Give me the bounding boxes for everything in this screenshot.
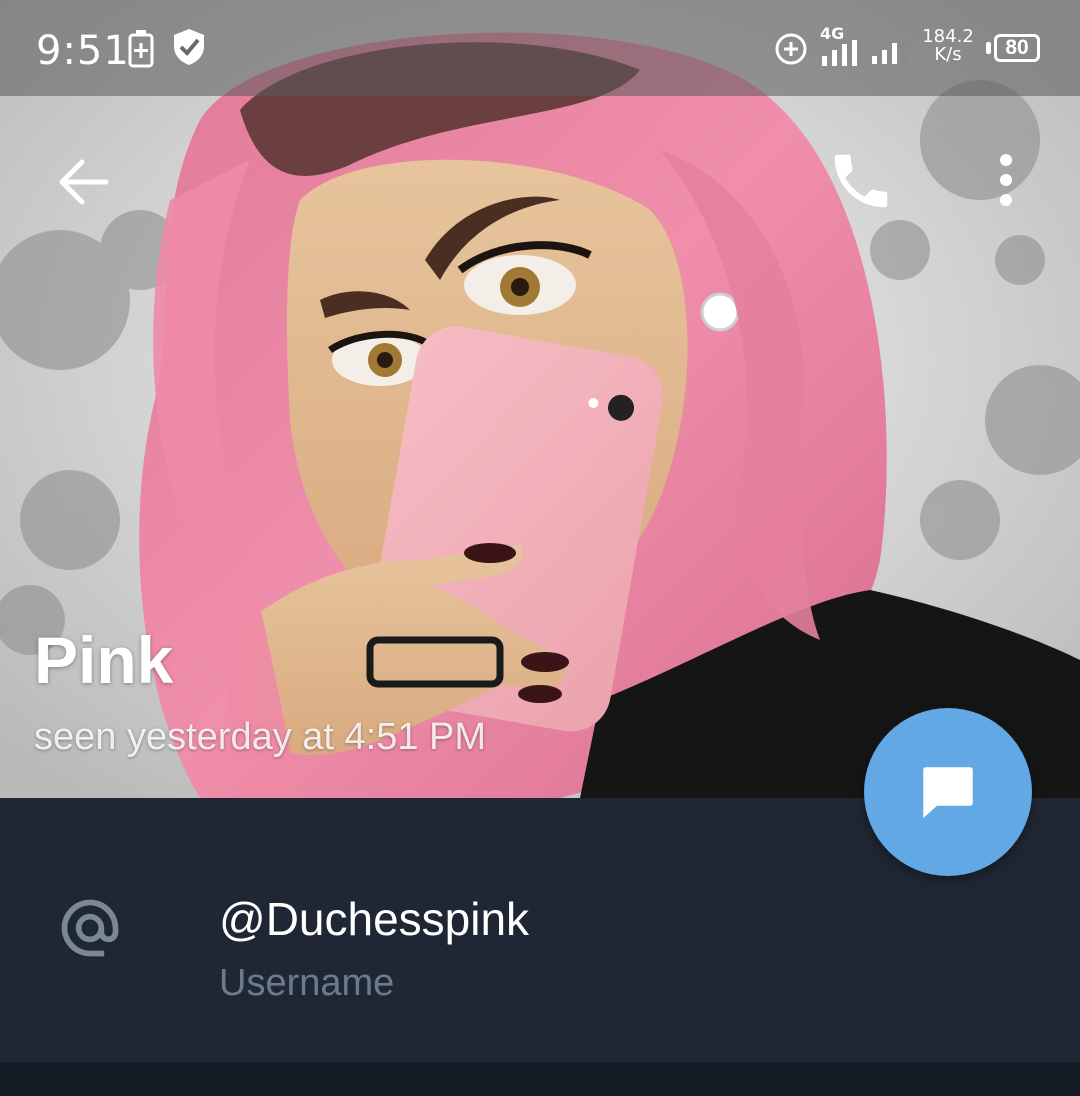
arrow-left-icon — [59, 159, 109, 205]
call-button[interactable] — [826, 146, 896, 216]
send-message-button[interactable] — [864, 708, 1032, 876]
battery-nub — [986, 42, 991, 54]
more-vertical-icon — [1000, 154, 1012, 206]
username-caption: Username — [219, 962, 395, 1004]
signal-strength-icon — [822, 40, 857, 66]
profile-photo[interactable]: 9:51 4G 184.2 K/s 80 Pink seen yesterday… — [0, 0, 1080, 798]
at-sign-icon — [61, 899, 119, 957]
signal-strength-2-icon — [872, 36, 907, 64]
more-options-button[interactable] — [984, 150, 1028, 210]
network-speed: 184.2 K/s — [920, 28, 976, 64]
username-value[interactable]: @Duchesspink — [219, 892, 529, 946]
battery-level: 80 — [994, 34, 1040, 62]
profile-name: Pink — [34, 623, 174, 697]
bottom-section — [0, 1062, 1080, 1096]
status-bar: 9:51 4G 184.2 K/s 80 — [0, 0, 1080, 96]
shield-check-icon — [174, 29, 204, 65]
battery-saver-icon — [128, 30, 154, 68]
network-speed-unit: K/s — [934, 44, 962, 65]
last-seen-status: seen yesterday at 4:51 PM — [34, 716, 487, 758]
phone-icon — [834, 154, 888, 208]
status-time: 9:51 — [36, 28, 130, 74]
chat-bubble-icon — [923, 767, 973, 819]
back-button[interactable] — [46, 144, 122, 220]
data-saver-icon — [775, 33, 807, 65]
